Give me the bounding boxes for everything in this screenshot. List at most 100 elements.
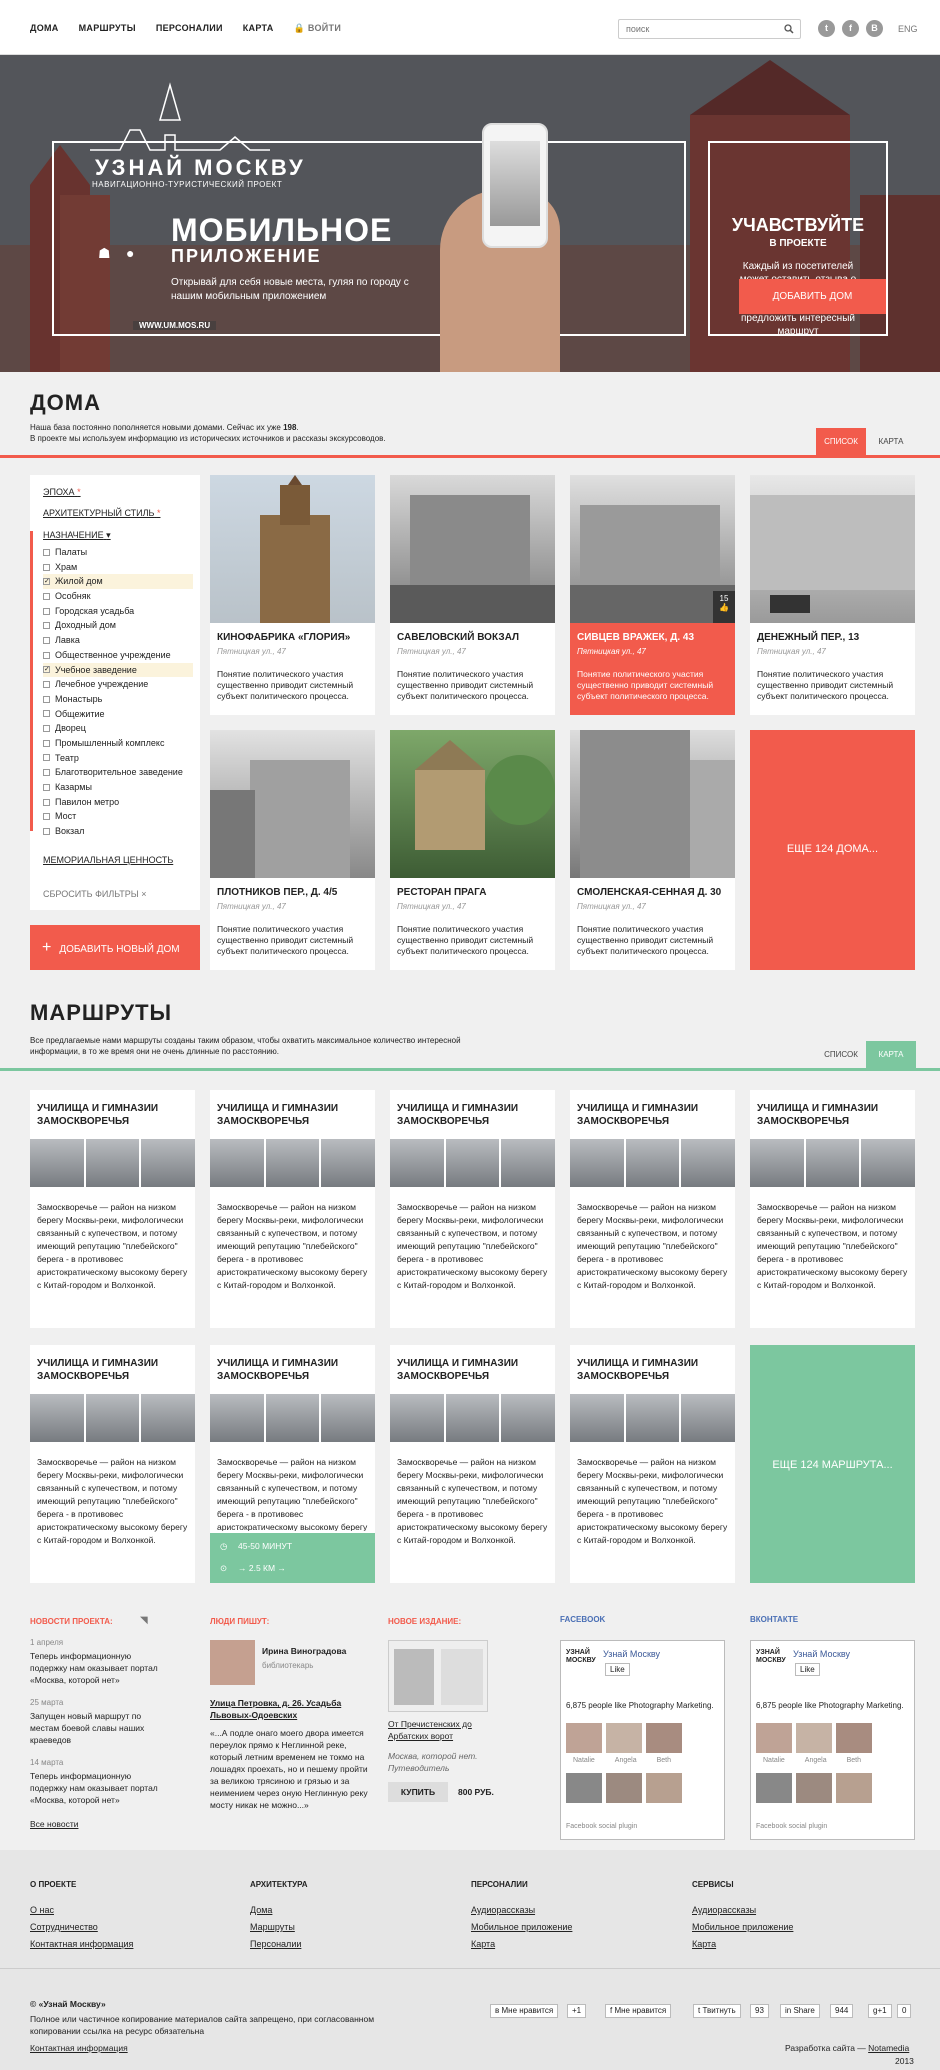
footer-link[interactable]: Дома (250, 1905, 272, 1915)
route-card[interactable]: УЧИЛИЩА И ГИМНАЗИИ ЗАМОСКВОРЕЧЬЯ Замоскво… (210, 1345, 376, 1583)
filter-option[interactable]: Театр (43, 751, 193, 766)
route-card[interactable]: УЧИЛИЩА И ГИМНАЗИИ ЗАМОСКВОРЕЧЬЯ Замоскво… (750, 1090, 916, 1328)
footer-link[interactable]: О нас (30, 1905, 54, 1915)
filter-memorial[interactable]: МЕМОРИАЛЬНАЯ ЦЕННОСТЬ (43, 855, 173, 865)
routes-tab-list[interactable]: СПИСОК (816, 1041, 866, 1068)
person-link[interactable]: Улица Петровка, д. 26. Усадьба Львовых-О… (210, 1697, 360, 1721)
footer-link[interactable]: Аудиорассказы (471, 1905, 535, 1915)
google-plus-button[interactable]: g+1 (868, 2004, 892, 2018)
developer-link[interactable]: Notamedia (868, 2043, 909, 2053)
checkbox-checked[interactable]: ✓ (43, 666, 50, 674)
house-card[interactable]: КИНОФАБРИКА «ГЛОРИЯ» Пятницкая ул., 47 П… (210, 475, 375, 715)
buy-button[interactable]: КУПИТЬ (388, 1782, 448, 1802)
widget-page-name[interactable]: Узнай Москву (793, 1649, 850, 1659)
filter-option[interactable]: Промышленный комплекс (43, 736, 193, 751)
footer-link[interactable]: Сотрудничество (30, 1922, 98, 1932)
vk-icon[interactable]: B (866, 20, 883, 37)
route-card[interactable]: УЧИЛИЩА И ГИМНАЗИИ ЗАМОСКВОРЕЧЬЯ Замоскво… (390, 1345, 556, 1583)
checkbox[interactable] (43, 651, 50, 659)
checkbox[interactable] (43, 563, 50, 571)
filter-option[interactable]: Особняк (43, 589, 193, 604)
news-text[interactable]: Теперь информационную подержку нам оказы… (30, 1770, 170, 1806)
footer-link[interactable]: Маршруты (250, 1922, 295, 1932)
language-switch[interactable]: ENG (898, 24, 918, 34)
tab-map[interactable]: КАРТА (866, 428, 916, 455)
checkbox[interactable] (43, 754, 50, 762)
filter-option[interactable]: Мост (43, 809, 193, 824)
house-card-active[interactable]: 15 👍 СИВЦЕВ ВРАЖЕК, Д. 43 Пятницкая ул., … (570, 475, 735, 715)
footer-link[interactable]: Контактная информация (30, 1939, 133, 1949)
checkbox-checked[interactable]: ✓ (43, 578, 50, 586)
more-houses-card[interactable]: ЕЩЕ 124 ДОМА... (750, 730, 915, 970)
reset-filters[interactable]: СБРОСИТЬ ФИЛЬТРЫ × (43, 889, 147, 899)
checkbox[interactable] (43, 695, 50, 703)
route-card[interactable]: УЧИЛИЩА И ГИМНАЗИИ ЗАМОСКВОРЕЧЬЯ Замоскво… (390, 1090, 556, 1328)
filter-option[interactable]: Палаты (43, 545, 193, 560)
checkbox[interactable] (43, 813, 50, 821)
footer-link[interactable]: Мобильное приложение (692, 1922, 793, 1932)
footer-link[interactable]: Мобильное приложение (471, 1922, 572, 1932)
filter-option[interactable]: ✓ Учебное заведение (43, 662, 193, 678)
filter-option[interactable]: Монастырь (43, 692, 193, 707)
filter-option[interactable]: Дворец (43, 721, 193, 736)
rss-icon[interactable]: ◥ (140, 1615, 148, 1626)
routes-tab-map[interactable]: КАРТА (866, 1041, 916, 1068)
fb-like-button[interactable]: Like (605, 1663, 630, 1676)
filter-option[interactable]: Доходный дом (43, 618, 193, 633)
news-text[interactable]: Запущен новый маршрут по местам боевой с… (30, 1710, 170, 1746)
news-text[interactable]: Теперь информационную подержку нам оказы… (30, 1650, 170, 1686)
checkbox[interactable] (43, 592, 50, 600)
linkedin-share[interactable]: in Share (780, 2004, 820, 2018)
filter-option[interactable]: Благотворительное заведение (43, 765, 193, 780)
filter-option[interactable]: Городская усадьба (43, 604, 193, 619)
add-new-house-button[interactable]: + ДОБАВИТЬ НОВЫЙ ДОМ (30, 925, 200, 970)
checkbox[interactable] (43, 710, 50, 718)
filter-epoch[interactable]: ЭПОХА * (43, 487, 81, 497)
filter-option[interactable]: Общежитие (43, 707, 193, 722)
filter-option[interactable]: ✓ Жилой дом (43, 574, 193, 590)
route-card[interactable]: УЧИЛИЩА И ГИМНАЗИИ ЗАМОСКВОРЕЧЬЯ Замоскво… (210, 1090, 376, 1328)
vk-like-share[interactable]: в Мне нравится (490, 2004, 559, 2018)
filter-option[interactable]: Общественное учреждение (43, 648, 193, 663)
facebook-icon[interactable]: f (842, 20, 859, 37)
route-card[interactable]: УЧИЛИЩА И ГИМНАЗИИ ЗАМОСКВОРЕЧЬЯ Замоскво… (570, 1090, 736, 1328)
twitter-icon[interactable]: t (818, 20, 835, 37)
hero-url[interactable]: WWW.UM.MOS.RU (133, 321, 217, 330)
route-card[interactable]: УЧИЛИЩА И ГИМНАЗИИ ЗАМОСКВОРЕЧЬЯ Замоскво… (30, 1090, 196, 1328)
likes-badge[interactable]: 15 👍 (713, 591, 735, 623)
house-card[interactable]: ДЕНЕЖНЫЙ ПЕР., 13 Пятницкая ул., 47 Поня… (750, 475, 915, 715)
filter-option[interactable]: Вокзал (43, 824, 193, 839)
login-link[interactable]: 🔒 ВОЙТИ (294, 23, 342, 34)
add-house-button[interactable]: ДОБАВИТЬ ДОМ (739, 279, 886, 314)
nav-routes[interactable]: МАРШРУТЫ (79, 23, 136, 34)
footer-link[interactable]: Карта (692, 1939, 716, 1949)
filter-option[interactable]: Храм (43, 560, 193, 575)
house-card[interactable]: САВЕЛОВСКИЙ ВОКЗАЛ Пятницкая ул., 47 Пон… (390, 475, 555, 715)
checkbox[interactable] (43, 607, 50, 615)
route-card[interactable]: УЧИЛИЩА И ГИМНАЗИИ ЗАМОСКВОРЕЧЬЯ Замоскво… (570, 1345, 736, 1583)
share-plus-one[interactable]: +1 (567, 2004, 587, 2018)
tab-list[interactable]: СПИСОК (816, 428, 866, 455)
more-routes-card[interactable]: ЕЩЕ 124 МАРШРУТА... (750, 1345, 915, 1583)
nav-houses[interactable]: ДОМА (30, 23, 59, 34)
contact-link[interactable]: Контактная информация (30, 2042, 128, 2054)
tweet-button[interactable]: t Твитнуть (693, 2004, 741, 2018)
android-icon[interactable]: ☗ (98, 245, 111, 262)
widget-page-name[interactable]: Узнай Москву (603, 1649, 660, 1659)
search-icon[interactable] (784, 24, 794, 34)
filter-option[interactable]: Лечебное учреждение (43, 677, 193, 692)
checkbox[interactable] (43, 769, 50, 777)
filter-option[interactable]: Казармы (43, 780, 193, 795)
all-news-link[interactable]: Все новости (30, 1818, 78, 1830)
checkbox[interactable] (43, 725, 50, 733)
filter-purpose[interactable]: НАЗНАЧЕНИЕ ▾ (43, 530, 111, 541)
checkbox[interactable] (43, 622, 50, 630)
checkbox[interactable] (43, 636, 50, 644)
house-card[interactable]: ПЛОТНИКОВ ПЕР., Д. 4/5 Пятницкая ул., 47… (210, 730, 375, 970)
filter-style[interactable]: АРХИТЕКТУРНЫЙ СТИЛЬ * (43, 508, 160, 518)
footer-link[interactable]: Персоналии (250, 1939, 301, 1949)
nav-map[interactable]: КАРТА (243, 23, 274, 34)
filter-option[interactable]: Павилон метро (43, 795, 193, 810)
vk-like-button[interactable]: Like (795, 1663, 820, 1676)
filter-option[interactable]: Лавка (43, 633, 193, 648)
